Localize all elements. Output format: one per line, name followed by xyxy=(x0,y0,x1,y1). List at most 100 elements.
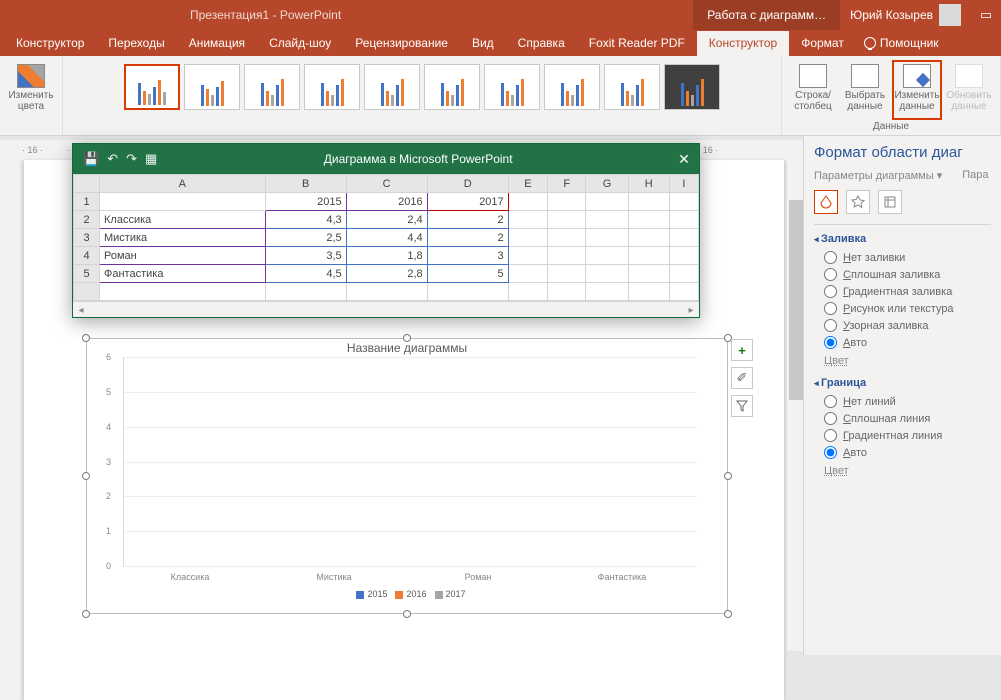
cell[interactable] xyxy=(548,211,586,229)
cell[interactable] xyxy=(586,211,628,229)
format-pane-selector[interactable]: Параметры диаграммы ▾ Пара xyxy=(814,169,991,182)
resize-handle[interactable] xyxy=(724,610,732,618)
tab-transitions[interactable]: Переходы xyxy=(96,31,176,56)
cell[interactable] xyxy=(508,229,548,247)
col-header[interactable]: A xyxy=(100,175,266,193)
fill-option[interactable]: Градиентная заливка xyxy=(814,283,991,300)
fill-option[interactable]: Рисунок или текстура xyxy=(814,300,991,317)
cell[interactable]: 5 xyxy=(427,265,508,283)
excel-titlebar[interactable]: 💾 ↶ ↷ ▦ Диаграмма в Microsoft PowerPoint… xyxy=(73,144,699,174)
chart-filters-button[interactable] xyxy=(731,395,753,417)
excel-close-button[interactable]: ✕ xyxy=(669,151,699,168)
tab-format[interactable]: Формат xyxy=(789,31,856,56)
cell[interactable]: Фантастика xyxy=(100,265,266,283)
cell[interactable]: 2016 xyxy=(346,193,427,211)
tell-me[interactable]: Помощник xyxy=(864,36,939,56)
fill-option[interactable]: Авто xyxy=(814,334,991,351)
row-header[interactable]: 5 xyxy=(74,265,100,283)
tab-animation[interactable]: Анимация xyxy=(177,31,257,56)
border-option[interactable]: Авто xyxy=(814,444,991,461)
border-option[interactable]: Сплошная линия xyxy=(814,410,991,427)
border-option[interactable]: Градиентная линия xyxy=(814,427,991,444)
resize-handle[interactable] xyxy=(724,472,732,480)
style-thumb-1[interactable] xyxy=(124,64,180,110)
scroll-right-icon[interactable]: ▸ xyxy=(683,302,699,318)
ribbon-options-icon[interactable]: ▭ xyxy=(971,7,1001,23)
resize-handle[interactable] xyxy=(82,472,90,480)
border-option[interactable]: Нет линий xyxy=(814,393,991,410)
cell[interactable] xyxy=(586,265,628,283)
cell[interactable] xyxy=(669,211,698,229)
cell[interactable] xyxy=(586,247,628,265)
cell[interactable]: 2,5 xyxy=(265,229,346,247)
style-thumb-6[interactable] xyxy=(424,64,480,110)
tab-view[interactable]: Вид xyxy=(460,31,506,56)
select-data-button[interactable]: Выбрать данные xyxy=(840,60,890,120)
resize-handle[interactable] xyxy=(82,334,90,342)
style-thumb-10[interactable] xyxy=(664,64,720,110)
fill-color-link[interactable]: Цвет xyxy=(814,351,991,371)
chart-legend[interactable]: 201520162017 xyxy=(87,589,727,599)
style-thumb-8[interactable] xyxy=(544,64,600,110)
cell[interactable] xyxy=(100,193,266,211)
cell[interactable]: 4,4 xyxy=(346,229,427,247)
chart-styles-gallery[interactable] xyxy=(120,60,724,110)
excel-grid[interactable]: ABCDEFGHI12015201620172Классика4,32,423М… xyxy=(73,174,699,301)
cell[interactable] xyxy=(548,229,586,247)
cell[interactable] xyxy=(628,211,669,229)
cell[interactable] xyxy=(548,193,586,211)
cell[interactable]: 2015 xyxy=(265,193,346,211)
fill-section[interactable]: Заливка xyxy=(814,233,991,245)
tab-chart-design[interactable]: Конструктор xyxy=(697,31,789,56)
cell[interactable] xyxy=(669,193,698,211)
cell[interactable]: 1,8 xyxy=(346,247,427,265)
save-icon[interactable]: 💾 xyxy=(83,151,99,167)
excel-h-scrollbar[interactable]: ◂ ▸ xyxy=(73,301,699,317)
row-header[interactable]: 2 xyxy=(74,211,100,229)
border-section[interactable]: Граница xyxy=(814,377,991,389)
chart-styles-button[interactable]: ✐ xyxy=(731,367,753,389)
col-header[interactable]: H xyxy=(628,175,669,193)
row-header[interactable]: 4 xyxy=(74,247,100,265)
cell[interactable]: 4,3 xyxy=(265,211,346,229)
fill-option[interactable]: Сплошная заливка xyxy=(814,266,991,283)
tab-help[interactable]: Справка xyxy=(506,31,577,56)
scroll-left-icon[interactable]: ◂ xyxy=(73,302,89,318)
cell[interactable] xyxy=(508,193,548,211)
style-thumb-3[interactable] xyxy=(244,64,300,110)
fill-line-tab-icon[interactable] xyxy=(814,190,838,214)
cell[interactable] xyxy=(508,211,548,229)
cell[interactable]: 2 xyxy=(427,229,508,247)
chart-elements-button[interactable]: + xyxy=(731,339,753,361)
style-thumb-5[interactable] xyxy=(364,64,420,110)
grid-icon[interactable]: ▦ xyxy=(145,151,157,167)
col-header[interactable]: F xyxy=(548,175,586,193)
cell[interactable] xyxy=(669,265,698,283)
cell[interactable]: 2,8 xyxy=(346,265,427,283)
cell[interactable]: 2017 xyxy=(427,193,508,211)
style-thumb-7[interactable] xyxy=(484,64,540,110)
col-header[interactable]: G xyxy=(586,175,628,193)
row-header[interactable]: 1 xyxy=(74,193,100,211)
cell[interactable] xyxy=(586,193,628,211)
col-header[interactable]: I xyxy=(669,175,698,193)
vertical-scrollbar[interactable] xyxy=(787,160,803,651)
tab-review[interactable]: Рецензирование xyxy=(343,31,460,56)
col-header[interactable]: C xyxy=(346,175,427,193)
cell[interactable] xyxy=(508,265,548,283)
cell[interactable]: 3 xyxy=(427,247,508,265)
style-thumb-9[interactable] xyxy=(604,64,660,110)
style-thumb-4[interactable] xyxy=(304,64,360,110)
excel-data-window[interactable]: 💾 ↶ ↷ ▦ Диаграмма в Microsoft PowerPoint… xyxy=(72,143,700,318)
user-account[interactable]: Юрий Козырев xyxy=(840,4,971,26)
cell[interactable] xyxy=(628,229,669,247)
cell[interactable] xyxy=(628,265,669,283)
resize-handle[interactable] xyxy=(403,334,411,342)
cell[interactable] xyxy=(586,229,628,247)
cell[interactable] xyxy=(628,193,669,211)
cell[interactable]: Классика xyxy=(100,211,266,229)
chart-plot-area[interactable]: 0123456КлассикаМистикаРоманФантастика xyxy=(123,357,697,567)
edit-data-button[interactable]: Изменить данные xyxy=(892,60,942,120)
tab-foxit[interactable]: Foxit Reader PDF xyxy=(577,31,697,56)
cell[interactable] xyxy=(548,265,586,283)
